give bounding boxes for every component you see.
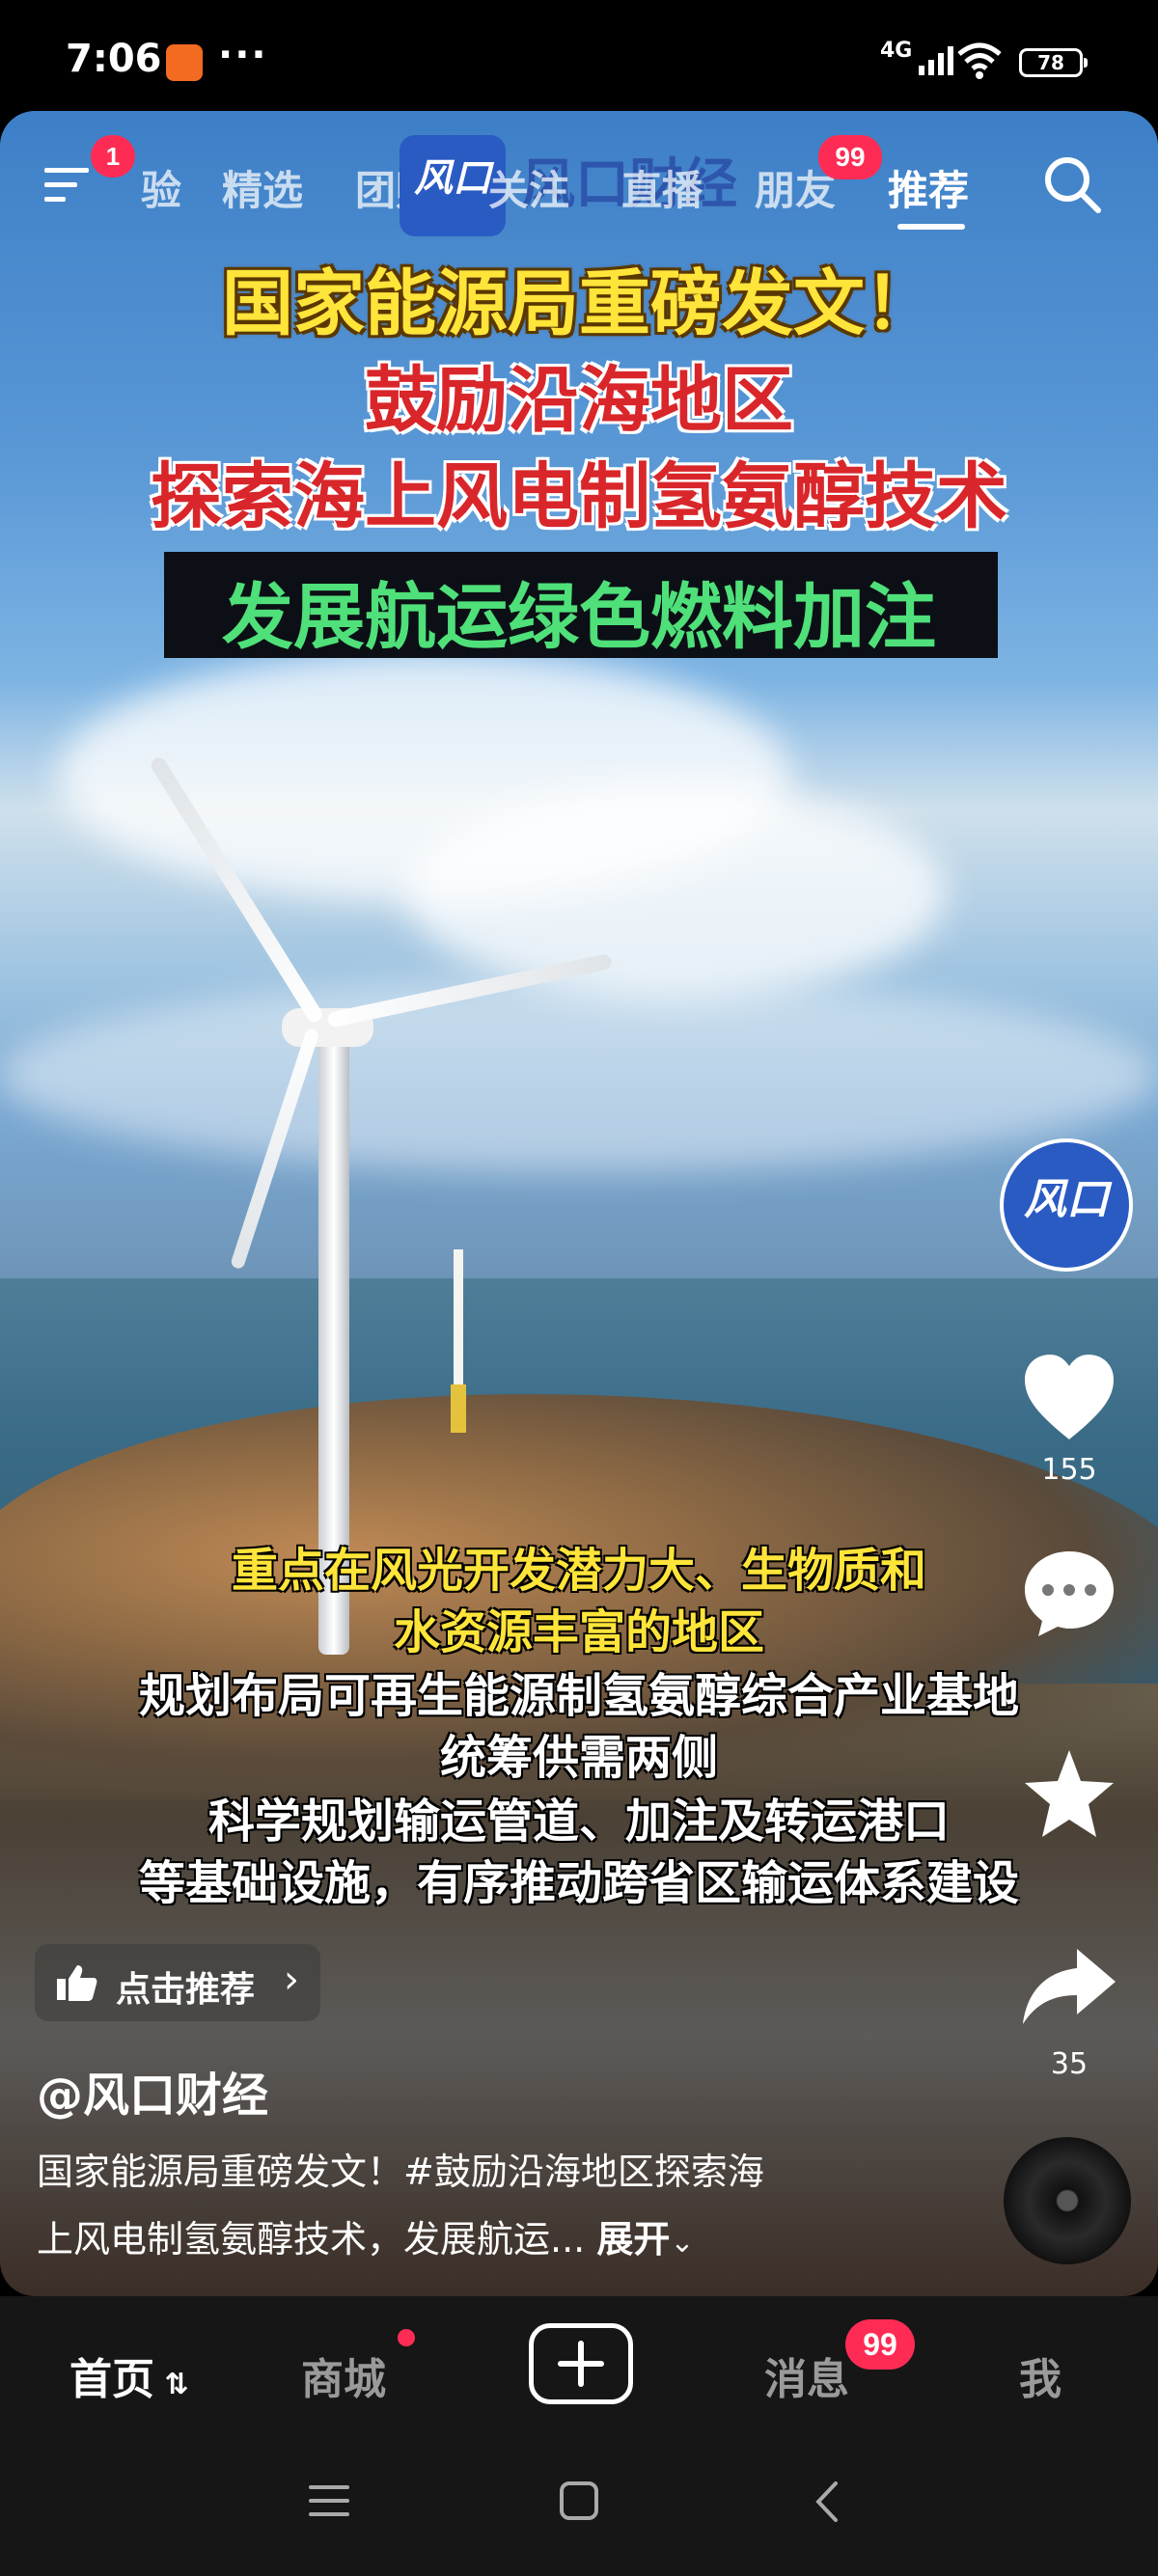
tab-featured[interactable]: 精选 [222,158,303,217]
description-text: 上风电制氢氨醇技术，发展航运... [37,2218,586,2261]
headline-line-4: 发展航运绿色燃料加注 [222,576,936,659]
cloud [0,979,1158,1172]
tab-experience[interactable]: 验 [141,158,181,217]
signal-icon [919,46,953,75]
expand-button[interactable]: 展开 [596,2218,670,2261]
chevron-down-icon: ⌄ [670,2226,695,2260]
nav-me[interactable]: 我 [1019,2344,1062,2406]
messages-badge: 99 [845,2319,915,2370]
tab-recommend[interactable]: 推荐 [888,158,969,217]
switch-icon: ⇅ [154,2368,189,2401]
active-tab-indicator [897,224,965,230]
author-avatar[interactable]: 风口 [1000,1138,1133,1272]
status-time: 7:06 [66,37,162,81]
author-name[interactable]: @风口财经 [37,2057,268,2124]
headline-line-3: 探索海上风电制氢氨醇技术 [151,455,1007,538]
subtitle-line: 科学规划输运管道、加注及转运港口 [207,1795,950,1849]
comment-icon[interactable] [1019,1544,1119,1640]
back-icon[interactable] [813,2480,841,2524]
recommend-label: 点击推荐 [116,1970,256,2010]
app-notification-icon [166,44,203,81]
subtitle-line: 重点在风光开发潜力大、生物质和 [231,1544,926,1598]
create-post-button[interactable] [529,2323,633,2404]
nav-mall[interactable]: 商城 [301,2344,386,2406]
headline-line-2: 鼓励沿海地区 [365,359,793,442]
home-key-icon[interactable] [558,2480,600,2522]
battery-icon: 78 [1019,48,1088,77]
wifi-icon [957,42,1002,79]
tab-live[interactable]: 直播 [621,158,703,217]
subtitle-line: 等基础设施，有序推动跨省区输运体系建设 [138,1856,1019,1910]
headline-line-1: 国家能源局重磅发文！ [222,262,936,345]
status-bar: 7:06 ··· 4G 78 [0,0,1158,116]
recent-apps-icon[interactable] [307,2481,351,2520]
description-line-1: 国家能源局重磅发文！#鼓励沿海地区探索海 [37,2151,764,2193]
music-disc-icon[interactable] [1004,2137,1131,2264]
distant-turbine-base [451,1384,466,1433]
recommend-button[interactable]: 点击推荐 › [35,1944,320,2021]
system-nav-bar [0,2441,1158,2576]
top-nav: 1 验 精选 团购 风口 风口财经 关注 直播 朋友 99 推荐 [0,135,1158,236]
nav-home-label: 首页 [69,2355,154,2404]
favorite-star-icon[interactable] [1019,1746,1119,1843]
tab-following[interactable]: 关注 [488,158,569,217]
chevron-right-icon: › [284,1958,299,2002]
more-notifications-icon: ··· [218,33,268,77]
bottom-nav: 首页 ⇅ 商城 消息 99 我 [0,2296,1158,2441]
nav-messages[interactable]: 消息 [764,2344,849,2406]
like-count: 155 [1041,1453,1097,1487]
subtitle-line: 规划布局可再生能源制氢氨醇综合产业基地 [138,1669,1019,1723]
network-type: 4G [880,39,913,63]
nav-home[interactable]: 首页 ⇅ [69,2344,189,2406]
notification-badge: 1 [91,135,135,178]
thumbs-up-icon [57,1965,97,2001]
search-icon[interactable] [1040,152,1104,216]
subtitle-line: 统筹供需两侧 [439,1731,718,1785]
mall-red-dot [398,2329,415,2346]
friends-badge: 99 [818,135,882,179]
heart-icon[interactable] [1019,1351,1119,1447]
share-count: 35 [1050,2047,1089,2081]
description-line-2: 上风电制氢氨醇技术，发展航运... 展开⌄ [37,2209,695,2262]
share-icon[interactable] [1019,1939,1119,2036]
cloud [405,786,946,999]
subtitle-line: 水资源丰富的地区 [393,1605,764,1659]
menu-icon[interactable] [42,164,95,206]
